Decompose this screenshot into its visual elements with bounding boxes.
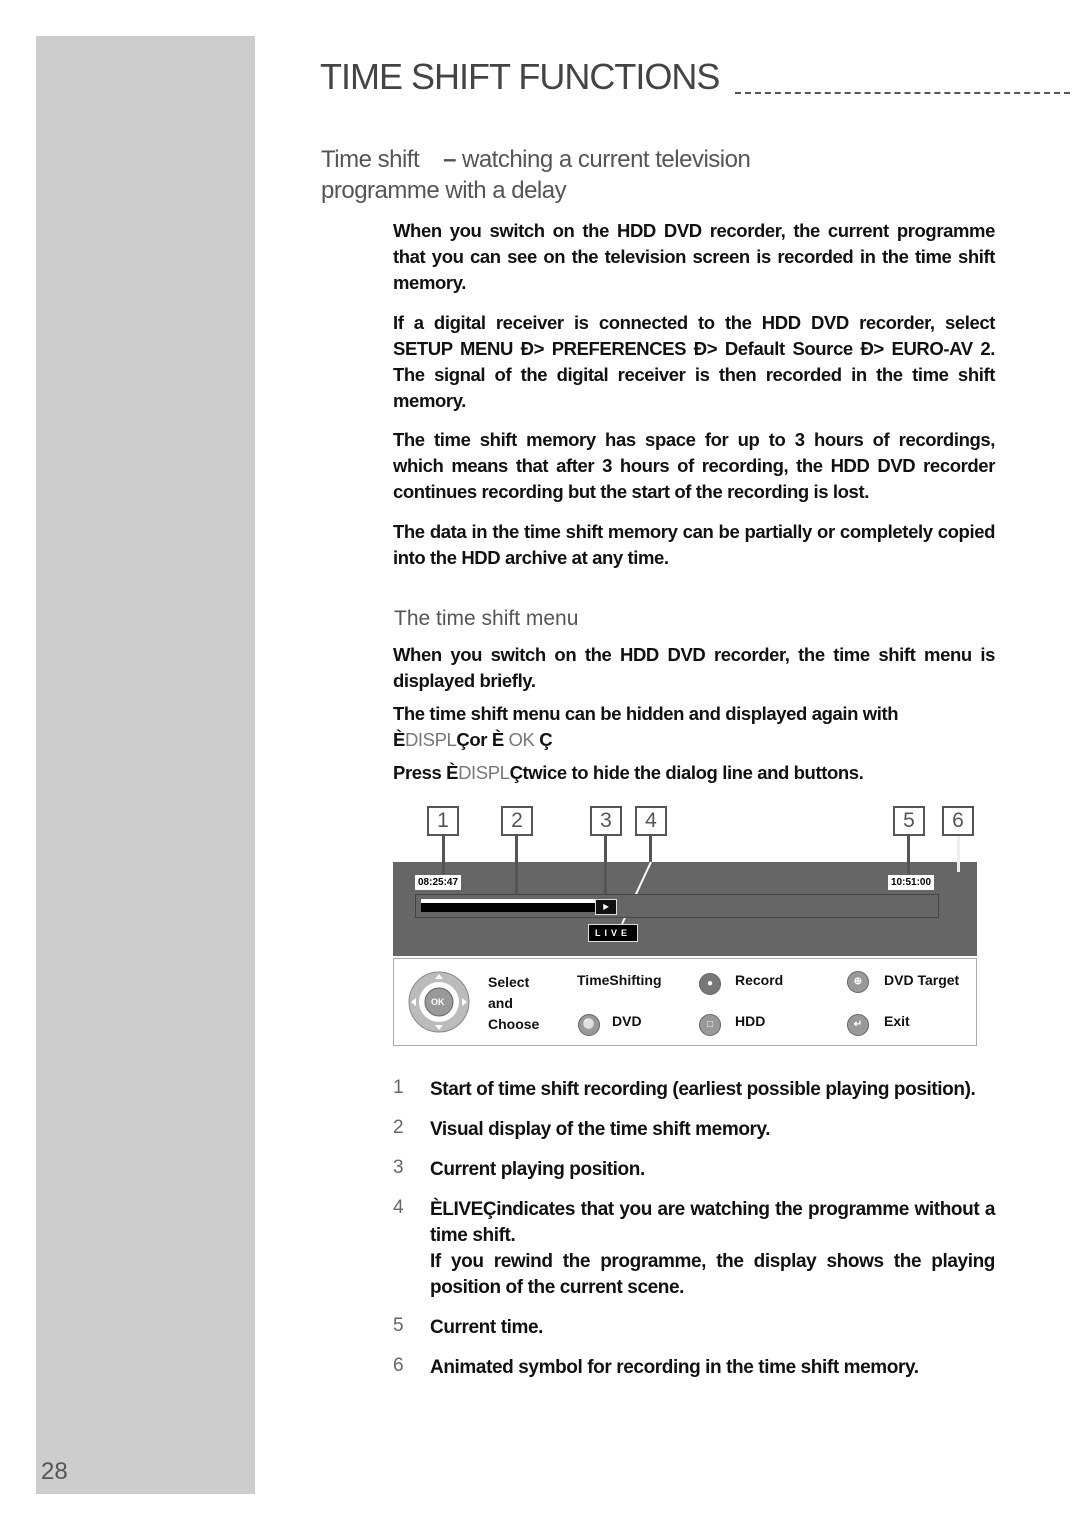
- list-text: ÈLIVEÇindicates that you are watching th…: [430, 1197, 995, 1301]
- press-text: Press È: [393, 762, 459, 783]
- paragraph-text: The time shift memory has space for up t…: [393, 429, 995, 502]
- list-text-line1: ÈLIVEÇindicates that you are watching th…: [430, 1199, 995, 1246]
- current-time-label: 10:51:00: [888, 875, 935, 890]
- callout-5: 5: [893, 806, 925, 836]
- list-text: Start of time shift recording (earliest …: [430, 1079, 976, 1100]
- callout-line-1: [442, 836, 445, 874]
- list-text: Visual display of the time shift memory.: [430, 1119, 771, 1140]
- or-text: or È: [469, 729, 504, 750]
- exit-icon: ↵: [847, 1014, 869, 1036]
- list-number: 6: [393, 1355, 404, 1376]
- quote-close: Ç: [539, 729, 553, 750]
- exit-label: Exit: [884, 1013, 910, 1029]
- callout-2: 2: [501, 806, 533, 836]
- page-sidebar: [36, 36, 255, 1494]
- dvd-label: DVD: [612, 1013, 642, 1029]
- subtitle-part1: Time shift: [321, 146, 420, 173]
- list-number: 2: [393, 1117, 404, 1138]
- memory-fill: [421, 903, 598, 912]
- list-text-line2: If you rewind the programme, the display…: [430, 1251, 995, 1298]
- button-legend: OK Select and Choose TimeShifting ● Reco…: [393, 958, 977, 1046]
- select-text: Select: [488, 974, 530, 990]
- list-text: Current time.: [430, 1317, 544, 1338]
- ok-label: OK: [431, 997, 445, 1007]
- key-displ: DISPL: [404, 729, 457, 750]
- title-rule: [735, 92, 1070, 94]
- page-number: 28: [41, 1458, 68, 1485]
- dvd-target-label: DVD Target: [884, 972, 960, 988]
- choose-text: Choose: [488, 1016, 540, 1032]
- section-paragraph-2: The time shift menu can be hidden and di…: [393, 701, 995, 753]
- dvd-target-icon: ⊕: [847, 971, 869, 993]
- key-displ: DISPL: [458, 762, 510, 783]
- quote-open: È: [393, 729, 405, 750]
- list-text: Animated symbol for recording in the tim…: [430, 1357, 919, 1378]
- live-indicator: LIVE: [588, 924, 638, 942]
- callout-line-4: [649, 836, 652, 862]
- paragraph-text: The time shift menu can be hidden and di…: [393, 703, 899, 724]
- paragraph-text: Çtwice to hide the dialog line and butto…: [509, 762, 864, 783]
- page-title: TIME SHIFT FUNCTIONS: [320, 56, 720, 97]
- dvd-icon: ⚪: [578, 1014, 600, 1036]
- callout-4: 4: [635, 806, 667, 836]
- callout-line-2: [515, 836, 518, 898]
- paragraph-1: When you switch on the HDD DVD recorder,…: [393, 218, 995, 296]
- list-number: 5: [393, 1315, 404, 1336]
- list-number: 3: [393, 1157, 404, 1178]
- subtitle-part2: watching a current television: [461, 146, 751, 173]
- key-ok: OK: [508, 729, 535, 750]
- callout-6: 6: [942, 806, 974, 836]
- callout-1: 1: [427, 806, 459, 836]
- subtitle: Time shift – watching a current television…: [321, 144, 751, 206]
- start-time-label: 08:25:47: [415, 875, 462, 890]
- list-text: Current playing position.: [430, 1159, 645, 1180]
- paragraph-text: When you switch on the HDD DVD recorder,…: [393, 644, 995, 691]
- timeshifting-label: TimeShifting: [577, 972, 662, 988]
- callout-3: 3: [590, 806, 622, 836]
- paragraph-4: The data in the time shift memory can be…: [393, 519, 995, 571]
- select-and-choose: Select and Choose: [488, 972, 539, 1035]
- section-paragraph-1: When you switch on the HDD DVD recorder,…: [393, 642, 995, 694]
- callout-line-5: [907, 836, 910, 874]
- subtitle-dash: –: [443, 146, 456, 173]
- quote-close: Ç: [456, 729, 470, 750]
- list-number: 1: [393, 1077, 404, 1098]
- list-number: 4: [393, 1197, 404, 1218]
- section-paragraph-3: Press ÈDISPLÇtwice to hide the dialog li…: [393, 760, 995, 786]
- section-heading: The time shift menu: [394, 607, 579, 630]
- record-label: Record: [735, 972, 784, 988]
- paragraph-text: If a digital receiver is connected to th…: [393, 312, 995, 411]
- playing-position-marker: ▶: [595, 899, 617, 915]
- and-text: and: [488, 995, 513, 1011]
- record-icon: ●: [699, 973, 721, 995]
- callout-line-6: [957, 836, 960, 872]
- subtitle-line2: programme with a delay: [321, 177, 567, 204]
- paragraph-text: When you switch on the HDD DVD recorder,…: [393, 220, 995, 293]
- hdd-icon: □: [699, 1014, 721, 1036]
- paragraph-3: The time shift memory has space for up t…: [393, 427, 995, 505]
- hdd-label: HDD: [735, 1013, 766, 1029]
- paragraph-text: The data in the time shift memory can be…: [393, 521, 995, 568]
- paragraph-2: If a digital receiver is connected to th…: [393, 310, 995, 414]
